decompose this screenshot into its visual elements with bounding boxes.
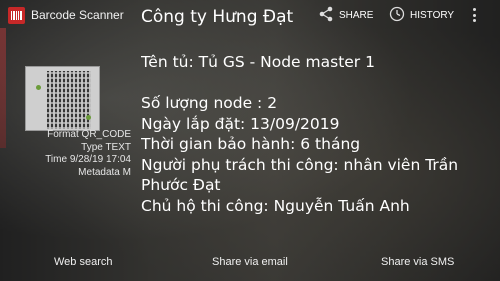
barcode-thumbnail	[25, 66, 100, 131]
content-line: Tên tủ: Tủ GS - Node master 1	[141, 53, 375, 71]
meta-type-row: Type TEXT	[45, 142, 131, 155]
share-email-button[interactable]: Share via email	[212, 256, 288, 268]
meta-metadata-label: Metadata	[78, 166, 120, 178]
meta-time-row: Time 9/28/19 17:04	[45, 154, 131, 167]
share-sms-button[interactable]: Share via SMS	[381, 256, 454, 268]
meta-metadata-value: M	[122, 166, 131, 178]
meta-time-label: Time	[45, 154, 68, 165]
content-line: Thời gian bảo hành: 6 tháng	[141, 135, 361, 153]
share-icon	[318, 6, 334, 25]
meta-time-value: 9/28/19 17:04	[69, 154, 131, 165]
meta-format-row: Format QR_CODE	[45, 129, 131, 142]
content-blank-line	[141, 73, 491, 94]
result-point	[36, 85, 41, 90]
content-line: Ngày lắp đặt: 13/09/2019	[141, 114, 340, 133]
share-action-button[interactable]: SHARE	[318, 5, 373, 25]
camera-edge-highlight	[0, 28, 6, 148]
result-point	[86, 115, 91, 120]
qr-code-image	[47, 71, 91, 129]
meta-metadata-row: Metadata M	[45, 167, 131, 180]
web-search-button[interactable]: Web search	[54, 256, 113, 268]
overflow-menu-icon[interactable]	[468, 6, 480, 24]
content-line: Chủ hộ thi công: Nguyễn Tuấn Anh	[141, 196, 410, 215]
share-label: SHARE	[339, 9, 374, 21]
meta-type-label: Type	[81, 141, 103, 153]
meta-type-value: TEXT	[105, 141, 131, 153]
history-action-button[interactable]: HISTORY	[389, 5, 454, 25]
result-heading: Công ty Hưng Đạt	[141, 7, 294, 27]
app-title: Barcode Scanner	[31, 8, 124, 22]
result-contents: Tên tủ: Tủ GS - Node master 1 Số lượng n…	[141, 52, 491, 239]
barcode-meta: Format QR_CODE Type TEXT Time 9/28/19 17…	[45, 129, 131, 179]
content-line: Số lượng node : 2	[141, 94, 278, 112]
history-label: HISTORY	[410, 9, 455, 21]
meta-format-label: Format	[47, 129, 79, 140]
barcode-app-icon	[8, 7, 25, 24]
result-button-bar: Web search Share via email Share via SMS	[0, 252, 500, 276]
content-line: Người phụ trách thi công: nhân viên Trần…	[141, 155, 459, 195]
history-clock-icon	[389, 6, 405, 25]
meta-format-value: QR_CODE	[81, 129, 131, 140]
